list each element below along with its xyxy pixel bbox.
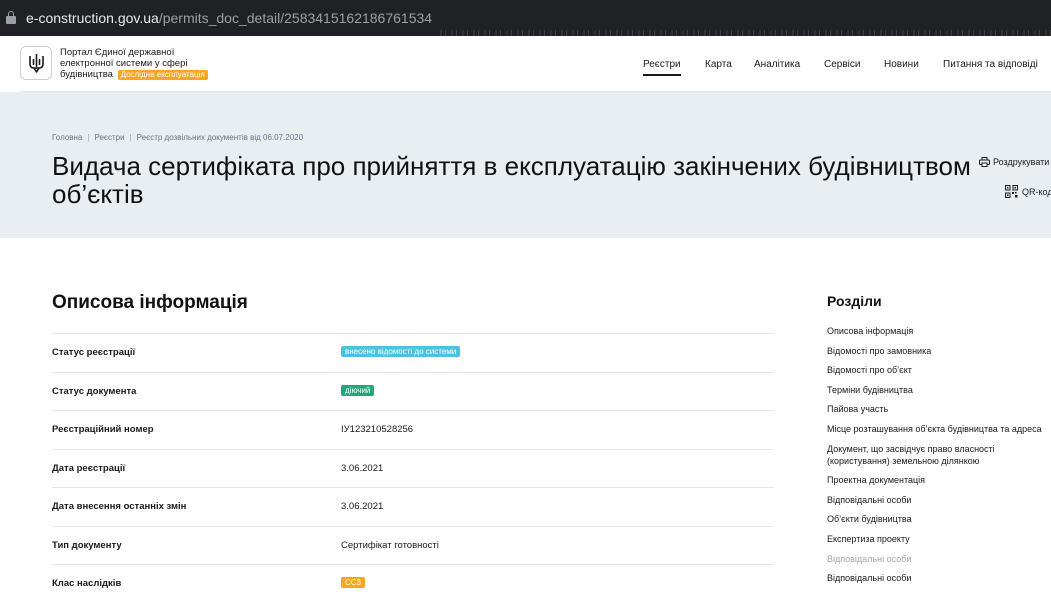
beta-badge: Дослідна експлуатація: [117, 70, 208, 80]
portal-name[interactable]: Портал Єдиної державної електронної сист…: [60, 47, 230, 80]
breadcrumb-registries[interactable]: Реєстри: [94, 133, 124, 142]
nav-map[interactable]: Карта: [705, 59, 732, 70]
table-row: Клас наслідків СС3: [52, 564, 774, 599]
nav-news[interactable]: Новини: [884, 59, 919, 70]
section-link[interactable]: Об’єкти будівництва: [827, 513, 1051, 525]
row-label: Статус документа: [52, 385, 137, 397]
section-link[interactable]: Відомості про замовника: [827, 345, 1051, 357]
coat-of-arms-logo[interactable]: [20, 46, 52, 80]
url-host: e-construction.gov.ua: [26, 10, 159, 26]
table-row: Дата внесення останніх змін 3.06.2021: [52, 487, 774, 526]
row-label: Дата внесення останніх змін: [52, 501, 187, 512]
page-title: Видача сертифіката про прийняття в експл…: [52, 151, 971, 209]
row-value: 3.06.2021: [341, 462, 384, 474]
row-label: Статус реєстрації: [52, 347, 136, 358]
section-link[interactable]: Експертиза проекту: [827, 533, 1051, 545]
row-label: Реєстраційний номер: [52, 424, 154, 435]
print-label: Роздрукувати: [993, 157, 1050, 167]
status-badge: СС3: [341, 577, 366, 588]
qr-code-icon: [1005, 185, 1018, 198]
section-link[interactable]: Пайова участь: [827, 403, 1051, 415]
section-link[interactable]: Відомості про об’єкт: [827, 364, 1051, 376]
row-value: Сертифікат готовності: [341, 539, 439, 551]
row-value: діючий: [341, 384, 375, 397]
section-link[interactable]: Відповідальні особи: [827, 572, 1051, 584]
table-row: Статус реєстрації внесено відомості до с…: [52, 333, 774, 372]
table-row: Тип документу Сертифікат готовності: [52, 525, 774, 565]
section-link[interactable]: Відповідальні особи: [827, 494, 1051, 506]
row-value: СС3: [341, 577, 366, 589]
status-badge: внесено відомості до системи: [341, 346, 461, 357]
table-row: Статус документа діючий: [52, 371, 774, 411]
table-row: Дата реєстрації 3.06.2021: [52, 448, 774, 488]
section-link[interactable]: Відповідальні особи: [827, 553, 1051, 565]
row-label: Дата реєстрації: [52, 462, 126, 474]
row-value: ІУ123210528256: [341, 424, 414, 435]
status-badge: діючий: [341, 384, 375, 396]
qr-label: QR-код: [1022, 187, 1051, 197]
section-link[interactable]: Місце розташування об’єкта будівництва т…: [827, 423, 1051, 435]
section-link[interactable]: Проектна документація: [827, 474, 1051, 486]
lock-icon[interactable]: [6, 11, 16, 24]
trident-icon: [29, 54, 44, 73]
browser-address-bar[interactable]: e-construction.gov.ua/permits_doc_detail…: [0, 0, 1051, 36]
breadcrumb-current: Реєстр дозвільних документів від 06.07.2…: [136, 133, 304, 142]
nav-registries[interactable]: Реєстри: [643, 59, 681, 76]
nav-services[interactable]: Сервіси: [824, 59, 860, 70]
print-button[interactable]: Роздрукувати: [979, 157, 1049, 167]
section-link[interactable]: Описова інформація: [827, 325, 1051, 337]
nav-faq[interactable]: Питання та відповіді: [943, 59, 1038, 70]
qr-code-button[interactable]: QR-код: [1005, 185, 1051, 198]
breadcrumb: Головна | Реєстри | Реєстр дозвільних докуме…: [52, 133, 304, 142]
sections-nav: Описова інформація Відомості про замовни…: [827, 325, 1051, 592]
sections-title: Розділи: [827, 293, 882, 309]
url-text[interactable]: e-construction.gov.ua/permits_doc_detail…: [26, 10, 432, 26]
row-label: Тип документу: [52, 539, 122, 551]
info-table: Статус реєстрації внесено відомості до с…: [52, 333, 774, 599]
row-label: Клас наслідків: [52, 578, 122, 589]
row-value: внесено відомості до системи: [341, 346, 461, 358]
section-link[interactable]: Документ, що засвідчує право власності (…: [827, 443, 1027, 467]
printer-icon: [979, 157, 990, 167]
nav-analytics[interactable]: Аналітика: [754, 59, 800, 70]
breadcrumb-home[interactable]: Головна: [52, 133, 82, 142]
section-title: Описова інформація: [52, 292, 248, 313]
url-path: /permits_doc_detail/2583415162186761534: [158, 10, 433, 26]
row-value: 3.06.2021: [341, 501, 384, 512]
section-link[interactable]: Терміни будівництва: [827, 384, 1051, 396]
table-row: Реєстраційний номер ІУ123210528256: [52, 410, 774, 449]
